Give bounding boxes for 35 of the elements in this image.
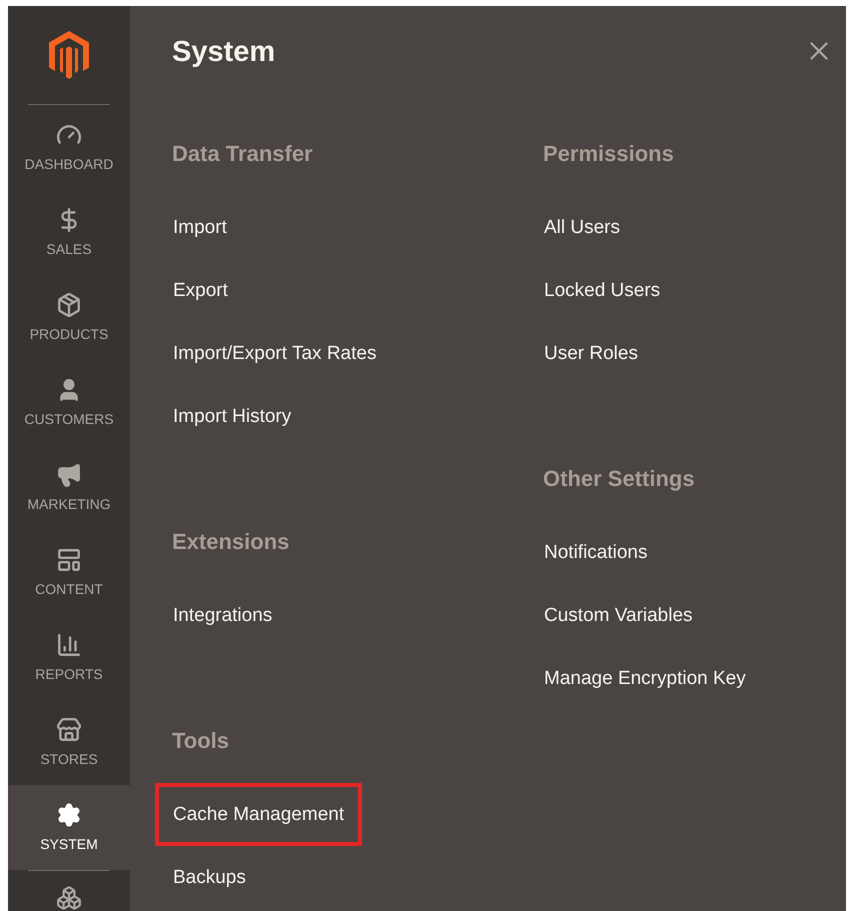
bar-chart-icon [56, 632, 82, 658]
menu-link[interactable]: Backups [155, 846, 264, 909]
menu-link[interactable]: User Roles [526, 322, 656, 385]
sidebar-item[interactable]: PRODUCTS [8, 275, 130, 360]
menu-link[interactable]: Import History [155, 385, 310, 448]
sidebar-item[interactable]: STORES [8, 700, 130, 786]
sidebar-item[interactable]: CONTENT [8, 530, 130, 616]
sidebar-item[interactable]: DASHBOARD [8, 105, 130, 190]
section-heading: Data Transfer [172, 142, 314, 166]
section-heading: Extensions [172, 530, 290, 554]
menu-title: System [172, 35, 276, 70]
sidebar-item[interactable]: SYSTEM [8, 785, 130, 870]
logo-icon [49, 31, 89, 80]
megaphone-icon [56, 462, 82, 488]
store-icon [56, 717, 82, 744]
menu-link[interactable]: Custom Variables [526, 584, 711, 647]
boxes-icon[interactable] [56, 885, 82, 911]
menu-link[interactable]: Import [155, 196, 245, 259]
menu-link[interactable]: Manage Encryption Key [526, 647, 764, 710]
section-heading: Tools [172, 729, 230, 753]
menu-link[interactable]: All Users [526, 196, 638, 259]
sidebar-item[interactable]: MARKETING [8, 445, 130, 530]
menu-link[interactable]: Integrations [155, 584, 290, 647]
sidebar-item[interactable]: REPORTS [8, 615, 130, 700]
menu-link[interactable]: Cache Management [155, 783, 362, 846]
layout-icon [56, 547, 82, 574]
menu-link[interactable]: Locked Users [526, 259, 678, 322]
menu-link[interactable]: Import/Export Tax Rates [155, 322, 394, 385]
section-heading: Permissions [543, 142, 675, 166]
sidebar-item[interactable]: CUSTOMERS [8, 360, 130, 446]
box-icon [56, 292, 82, 318]
section-heading: Other Settings [543, 467, 696, 491]
menu-link[interactable]: Export [155, 259, 246, 322]
menu-link[interactable]: Notifications [526, 521, 666, 584]
sidebar-item[interactable]: SALES [8, 190, 130, 276]
